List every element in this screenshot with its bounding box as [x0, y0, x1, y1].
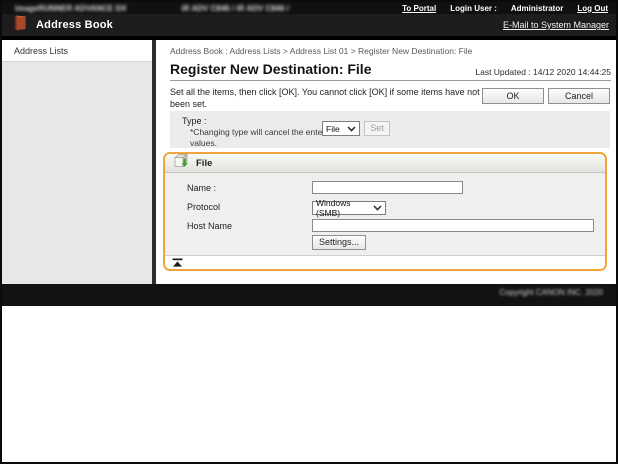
login-user-value: Administrator — [510, 3, 564, 13]
name-input[interactable] — [312, 181, 463, 194]
email-to-system-manager-link[interactable]: E-Mail to System Manager — [503, 20, 609, 30]
sidebar: Address Lists — [2, 40, 152, 284]
protocol-select[interactable]: Windows (SMB) — [312, 198, 386, 218]
ok-button[interactable]: OK — [482, 88, 544, 104]
page-title: Register New Destination: File — [170, 61, 372, 77]
host-name-input[interactable] — [312, 219, 594, 232]
set-button[interactable]: Set — [364, 121, 390, 136]
sidebar-item-label: Address Lists — [14, 46, 69, 56]
last-updated: Last Updated : 14/12 2020 14:44:25 — [475, 67, 611, 77]
log-out-link[interactable]: Log Out — [577, 4, 608, 13]
app-title-bar: Address Book E-Mail to System Manager — [2, 14, 616, 36]
file-section-header: File — [165, 154, 605, 173]
title-rule — [170, 80, 611, 81]
protocol-select-value: Windows (SMB) — [316, 198, 351, 218]
host-name-label: Host Name — [187, 221, 233, 231]
sidebar-item-address-lists[interactable]: Address Lists — [2, 40, 152, 62]
protocol-label: Protocol — [187, 202, 221, 212]
type-select[interactable]: File — [322, 121, 360, 136]
chevron-down-icon — [347, 124, 356, 134]
file-section-footer — [165, 255, 605, 269]
login-user-label: Login User : — [450, 3, 497, 13]
main-content: Address Book : Address Lists > Address L… — [156, 40, 616, 284]
chevron-down-icon — [373, 203, 382, 213]
page-body: Address Lists Address Book : Address Lis… — [2, 40, 616, 284]
remote-ui-window: imageRUNNER ADVANCE DX iR ADV C846 / iR … — [0, 0, 618, 464]
file-box-icon — [173, 154, 189, 173]
copyright: Copyright CANON INC. 2020 — [499, 288, 603, 297]
app-title: Address Book — [36, 19, 113, 31]
file-section: File Name : Protocol Windows (SMB) Host … — [163, 152, 607, 271]
type-section: Type : *Changing type will cancel the en… — [170, 111, 610, 148]
breadcrumb: Address Book : Address Lists > Address L… — [170, 46, 473, 56]
back-to-top-icon[interactable] — [172, 258, 183, 267]
settings-button[interactable]: Settings... — [312, 235, 366, 250]
type-select-value: File — [326, 123, 340, 134]
type-label: Type : — [182, 116, 207, 126]
device-model: imageRUNNER ADVANCE DX — [15, 3, 127, 13]
footer-bar: Copyright CANON INC. 2020 — [2, 284, 616, 306]
file-section-title: File — [196, 157, 213, 169]
to-portal-link[interactable]: To Portal — [402, 4, 436, 13]
cancel-button[interactable]: Cancel — [548, 88, 610, 104]
name-label: Name : — [187, 183, 217, 193]
device-status-bar: imageRUNNER ADVANCE DX iR ADV C846 / iR … — [2, 2, 616, 14]
book-icon — [13, 14, 28, 36]
device-name: iR ADV C846 / iR ADV C846 / — [181, 3, 290, 13]
instruction-text: Set all the items, then click [OK]. You … — [170, 87, 480, 110]
